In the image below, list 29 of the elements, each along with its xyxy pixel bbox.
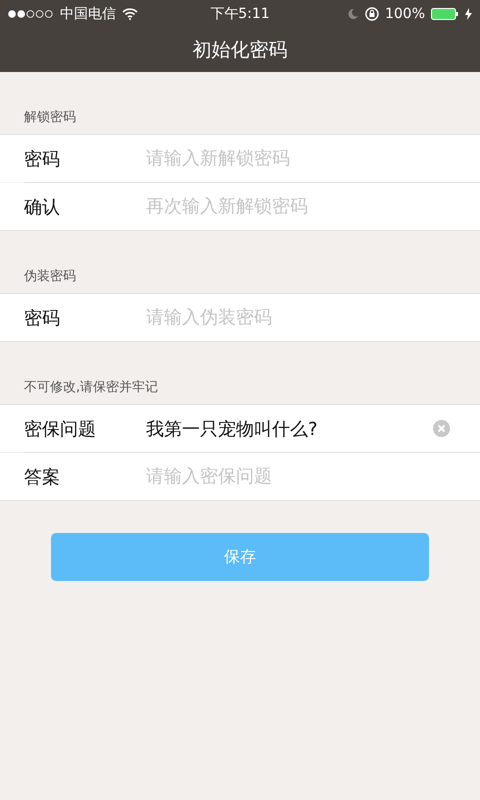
form-row[interactable]: 密保问题 我第一只宠物叫什么? xyxy=(0,405,480,452)
input-field[interactable]: 我第一只宠物叫什么? xyxy=(146,418,433,439)
clear-icon[interactable] xyxy=(433,420,450,437)
field-label: 密码 xyxy=(24,148,61,170)
field-label: 密保问题 xyxy=(24,418,97,440)
carrier-name: 中国电信 xyxy=(60,5,116,23)
form-row[interactable]: 密码 请输入伪装密码 xyxy=(0,294,480,341)
signal-icon xyxy=(8,10,54,18)
charging-icon xyxy=(465,8,472,20)
wifi-icon xyxy=(122,8,138,20)
battery-icon xyxy=(431,8,459,20)
input-field[interactable]: 请输入新解锁密码 xyxy=(146,148,450,169)
battery-percentage: 100% xyxy=(384,6,425,22)
clock-time: 下午5:11 xyxy=(210,6,270,22)
input-field[interactable]: 请输入伪装密码 xyxy=(146,307,450,328)
input-field[interactable]: 请输入密保问题 xyxy=(146,466,450,487)
form-row[interactable]: 密码 请输入新解锁密码 xyxy=(0,135,480,182)
input-field[interactable]: 再次输入新解锁密码 xyxy=(146,196,450,217)
section-header: 伪装密码 xyxy=(24,269,76,284)
form-row[interactable]: 答案 请输入密保问题 xyxy=(0,453,480,500)
moon-icon xyxy=(346,8,359,20)
section-header: 解锁密码 xyxy=(24,110,76,125)
field-label: 确认 xyxy=(24,196,61,218)
rotation-lock-icon xyxy=(364,7,379,21)
field-label: 答案 xyxy=(24,466,61,488)
section-header: 不可修改,请保密并牢记 xyxy=(24,380,158,395)
field-label: 密码 xyxy=(24,306,61,330)
page-title: 初始化密码 xyxy=(192,38,288,63)
form-row[interactable]: 确认 再次输入新解锁密码 xyxy=(0,183,480,230)
